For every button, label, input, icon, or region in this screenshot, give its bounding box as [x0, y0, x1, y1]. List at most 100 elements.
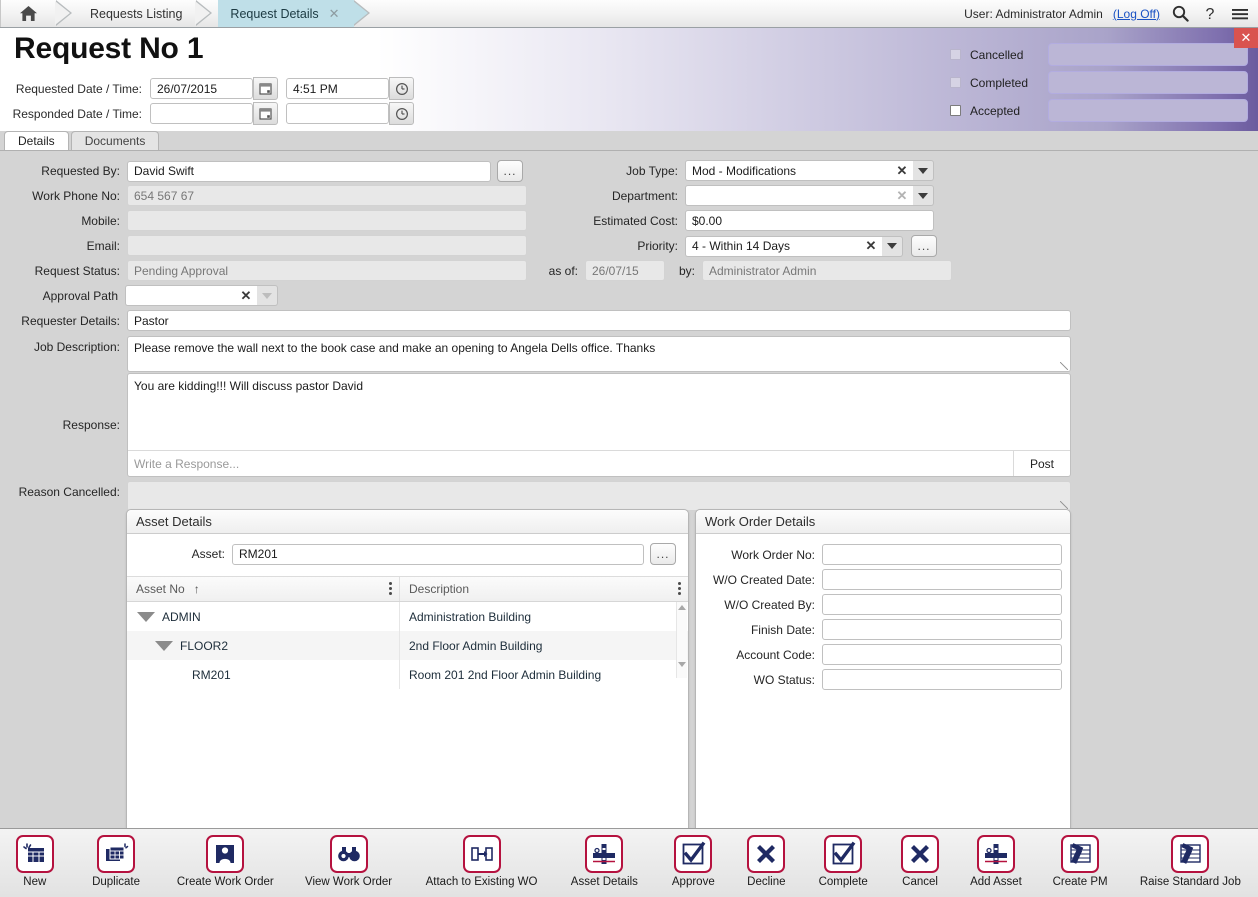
response-text: You are kidding!!! Will discuss pastor D… — [134, 379, 363, 393]
cancelled-value-field[interactable] — [1048, 43, 1248, 66]
asset-input[interactable]: RM201 — [232, 543, 644, 565]
priority-input[interactable]: 4 - Within 14 Days — [685, 235, 860, 257]
wo-status-input[interactable] — [822, 669, 1062, 690]
account-code-input[interactable] — [822, 644, 1062, 665]
requested-by-input[interactable]: David Swift — [127, 160, 491, 182]
job-type-input[interactable]: Mod - Modifications — [685, 160, 891, 181]
toolbar-button-asset-details[interactable]: Asset Details — [554, 835, 655, 888]
calendar-icon[interactable] — [253, 77, 278, 100]
accepted-checkbox[interactable] — [950, 105, 961, 116]
clock-icon[interactable] — [389, 77, 414, 100]
department-input[interactable] — [685, 185, 891, 206]
toolbar-button-duplicate[interactable]: Duplicate — [70, 835, 163, 888]
completed-value-field[interactable] — [1048, 71, 1248, 94]
close-window-button[interactable]: ✕ — [1234, 28, 1258, 48]
table-row[interactable]: RM201 Room 201 2nd Floor Admin Building — [127, 660, 688, 689]
home-button[interactable] — [0, 0, 56, 27]
resize-grip-icon[interactable] — [1060, 501, 1068, 509]
requester-details-input[interactable]: Pastor — [127, 310, 1071, 331]
finish-date-input[interactable] — [822, 619, 1062, 640]
chevron-down-icon[interactable] — [882, 235, 903, 257]
field-request-status: Request Status: Pending Approval as of: … — [0, 260, 952, 281]
clear-icon[interactable]: ✕ — [891, 160, 913, 181]
field-finish-date: Finish Date: — [696, 619, 1062, 640]
by-input: Administrator Admin — [702, 260, 952, 281]
resize-grip-icon[interactable] — [1060, 362, 1068, 370]
field-work-phone: Work Phone No: 654 567 67 — [0, 185, 527, 206]
column-header-asset-no[interactable]: Asset No ↑ — [127, 577, 399, 601]
table-row[interactable]: ADMIN Administration Building — [127, 602, 688, 631]
tab-requests-listing[interactable]: Requests Listing — [78, 0, 196, 27]
column-menu-icon[interactable] — [389, 582, 392, 595]
search-icon[interactable] — [1170, 4, 1190, 24]
toolbar-button-approve[interactable]: Approve — [655, 835, 732, 888]
post-button[interactable]: Post — [1013, 451, 1070, 476]
toolbar-label: Cancel — [902, 876, 938, 888]
priority-browse-button[interactable]: ... — [911, 235, 937, 257]
chevron-down-icon[interactable] — [913, 185, 934, 206]
clear-icon[interactable]: ✕ — [860, 235, 882, 257]
cross-icon — [747, 835, 786, 873]
scroll-down-icon[interactable] — [678, 662, 686, 667]
responded-date-input[interactable] — [150, 103, 253, 124]
approval-path-input[interactable] — [125, 285, 235, 306]
field-reason-cancelled: Reason Cancelled: — [0, 481, 1071, 511]
response-input[interactable]: Write a Response... — [128, 451, 1013, 476]
toolbar-button-create-pm[interactable]: Create PM — [1038, 835, 1123, 888]
field-email: Email: — [0, 235, 527, 256]
clock-icon[interactable] — [389, 102, 414, 125]
toolbar-button-add-asset[interactable]: Add Asset — [954, 835, 1037, 888]
toolbar-button-cancel[interactable]: Cancel — [886, 835, 955, 888]
requested-date-picker[interactable]: 26/07/2015 — [150, 77, 278, 100]
responded-time-picker[interactable] — [286, 102, 414, 125]
cancelled-checkbox[interactable] — [950, 49, 961, 60]
toolbar-button-view-work-order[interactable]: View Work Order — [288, 835, 409, 888]
tab-request-details[interactable]: Request Details ✕ — [218, 0, 354, 27]
chevron-down-icon[interactable] — [913, 160, 934, 181]
asset-grid-scrollbar[interactable] — [676, 602, 687, 678]
close-icon[interactable]: ✕ — [329, 6, 340, 22]
expand-collapse-icon[interactable] — [155, 640, 173, 651]
completed-checkbox[interactable] — [950, 77, 961, 88]
approval-path-combo[interactable]: ✕ — [125, 285, 278, 306]
page-header-band: Request No 1 Requested Date / Time: 26/0… — [0, 28, 1258, 131]
responded-time-input[interactable] — [286, 103, 389, 124]
toolbar-button-raise-standard-job[interactable]: Raise Standard Job — [1123, 835, 1258, 888]
wo-created-date-input[interactable] — [822, 569, 1062, 590]
column-menu-icon[interactable] — [678, 582, 681, 595]
toolbar-label: Approve — [671, 876, 715, 888]
chevron-down-icon[interactable] — [257, 285, 278, 306]
requested-time-picker[interactable]: 4:51 PM — [286, 77, 414, 100]
requested-time-input[interactable]: 4:51 PM — [286, 78, 389, 99]
toolbar-button-complete[interactable]: Complete — [801, 835, 886, 888]
help-icon[interactable]: ? — [1200, 4, 1220, 24]
job-type-combo[interactable]: Mod - Modifications ✕ — [685, 160, 934, 181]
log-off-link[interactable]: (Log Off) — [1113, 7, 1160, 21]
table-row[interactable]: FLOOR2 2nd Floor Admin Building — [127, 631, 688, 660]
calendar-icon[interactable] — [253, 102, 278, 125]
asset-browse-button[interactable]: ... — [650, 543, 676, 565]
responded-date-picker[interactable] — [150, 102, 278, 125]
accepted-value-field[interactable] — [1048, 99, 1248, 122]
requested-date-input[interactable]: 26/07/2015 — [150, 78, 253, 99]
email-label: Email: — [86, 238, 120, 253]
expand-collapse-icon[interactable] — [137, 611, 155, 622]
job-description-textarea[interactable]: Please remove the wall next to the book … — [127, 336, 1071, 372]
estimated-cost-input[interactable]: $0.00 — [685, 210, 934, 231]
toolbar-button-decline[interactable]: Decline — [732, 835, 801, 888]
clear-icon[interactable]: ✕ — [235, 285, 257, 306]
department-combo[interactable]: ✕ — [685, 185, 934, 206]
hamburger-menu-icon[interactable] — [1230, 4, 1250, 24]
toolbar-button-attach-to-existing-wo[interactable]: Attach to Existing WO — [409, 835, 554, 888]
toolbar-button-create-work-order[interactable]: Create Work Order — [162, 835, 288, 888]
priority-combo[interactable]: 4 - Within 14 Days ✕ — [685, 235, 903, 257]
column-header-description[interactable]: Description — [399, 577, 688, 601]
clear-icon[interactable]: ✕ — [891, 185, 913, 206]
toolbar-button-new[interactable]: New — [0, 835, 70, 888]
requested-by-browse-button[interactable]: ... — [497, 160, 523, 182]
wo-created-by-input[interactable] — [822, 594, 1062, 615]
work-order-no-input[interactable] — [822, 544, 1062, 565]
scroll-up-icon[interactable] — [678, 605, 686, 610]
tab-documents[interactable]: Documents — [70, 131, 160, 150]
tab-details[interactable]: Details — [4, 131, 69, 150]
